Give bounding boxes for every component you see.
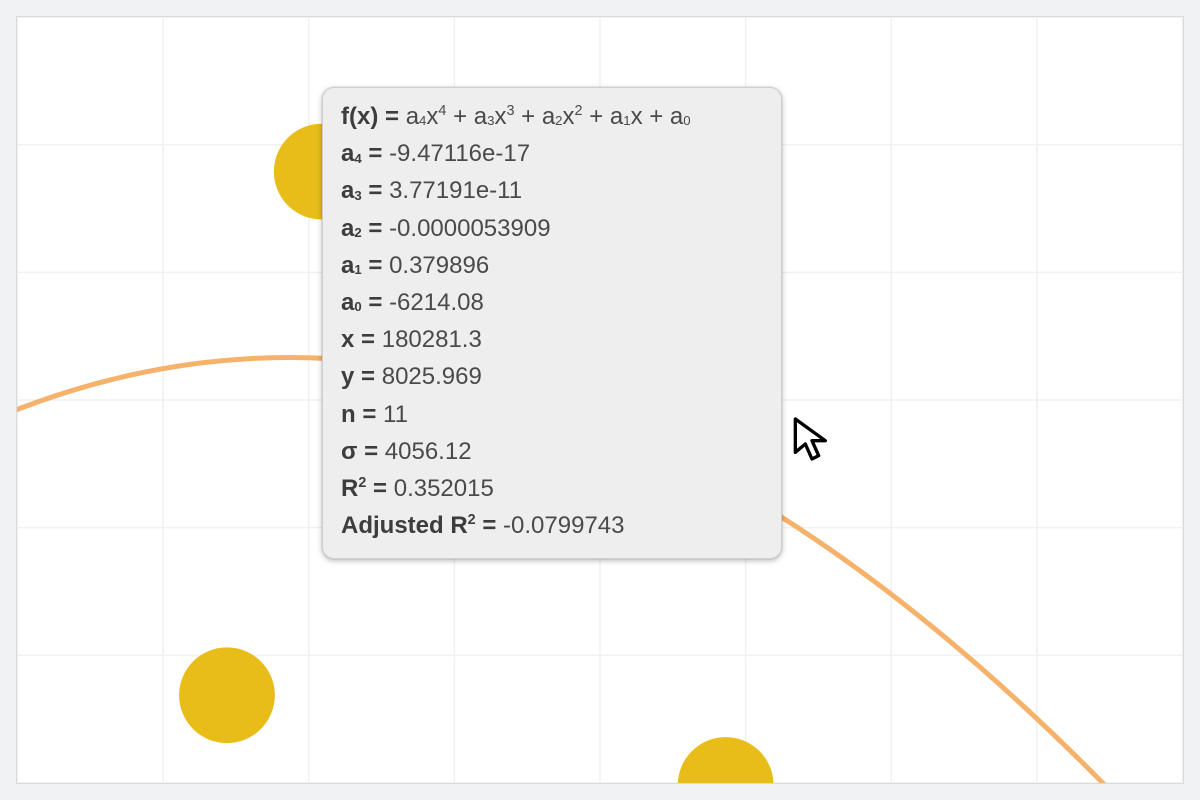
tooltip-y: y = 8025.969 (341, 358, 763, 395)
fx-label: f(x) = (341, 103, 406, 130)
tooltip-r2: R2 = 0.352015 (341, 470, 763, 507)
tooltip-a1: a1 = 0.379896 (341, 247, 763, 284)
data-point[interactable] (179, 647, 275, 743)
tooltip-adj-r2: Adjusted R2 = -0.0799743 (341, 507, 763, 544)
tooltip-x: x = 180281.3 (341, 321, 763, 358)
tooltip-fx: f(x) = a4x4 + a3x3 + a2x2 + a1x + a0 (341, 98, 763, 135)
tooltip-a2: a2 = -0.0000053909 (341, 210, 763, 247)
tooltip-a4: a4 = -9.47116e-17 (341, 135, 763, 172)
tooltip-a3: a3 = 3.77191e-11 (341, 172, 763, 209)
data-point[interactable] (678, 737, 774, 783)
tooltip-a0: a0 = -6214.08 (341, 284, 763, 321)
curve-tooltip: f(x) = a4x4 + a3x3 + a2x2 + a1x + a0 a4 … (322, 87, 782, 559)
chart-frame[interactable]: f(x) = a4x4 + a3x3 + a2x2 + a1x + a0 a4 … (16, 16, 1184, 784)
fx-formula: a4x4 + a3x3 + a2x2 + a1x + a0 (406, 103, 691, 130)
tooltip-n: n = 11 (341, 396, 763, 433)
tooltip-sigma: σ = 4056.12 (341, 433, 763, 470)
